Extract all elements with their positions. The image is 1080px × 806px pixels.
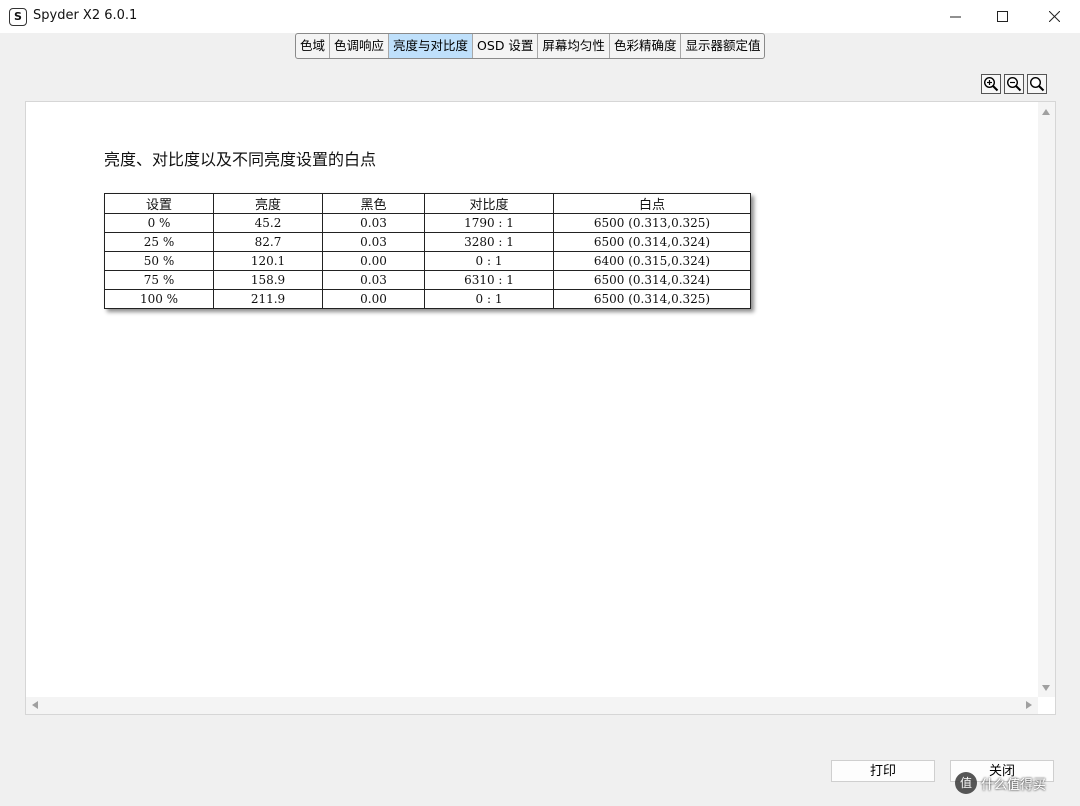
tab-color-accuracy[interactable]: 色彩精确度 [610, 34, 682, 58]
brightness-contrast-table: 设置 亮度 黑色 对比度 白点 0 % 45.2 0.03 1790 : 1 6… [104, 193, 751, 309]
table-row: 75 % 158.9 0.03 6310 : 1 6500 (0.314,0.3… [104, 270, 751, 290]
watermark-logo-icon: 值 [955, 772, 977, 794]
column-header-contrast: 对比度 [424, 193, 554, 214]
tab-osd-settings[interactable]: OSD 设置 [473, 34, 539, 58]
cell-white-point: 6500 (0.313,0.325) [553, 213, 751, 233]
cell-black: 0.03 [322, 213, 425, 233]
window-title: Spyder X2 6.0.1 [33, 8, 138, 23]
cell-brightness: 45.2 [213, 213, 323, 233]
cell-contrast: 6310 : 1 [424, 270, 554, 290]
cell-contrast: 0 : 1 [424, 289, 554, 309]
title-bar: S Spyder X2 6.0.1 [0, 0, 1080, 33]
close-icon [1048, 11, 1060, 22]
cell-black: 0.03 [322, 232, 425, 252]
report-tabs: 色域 色调响应 亮度与对比度 OSD 设置 屏幕均匀性 色彩精确度 显示器额定值 [295, 33, 766, 59]
table-header-row: 设置 亮度 黑色 对比度 白点 [104, 193, 751, 214]
cell-contrast: 1790 : 1 [424, 213, 554, 233]
watermark: 值 什么值得买 [955, 768, 1075, 798]
scroll-down-arrow-icon[interactable] [1042, 685, 1050, 691]
table-row: 0 % 45.2 0.03 1790 : 1 6500 (0.313,0.325… [104, 213, 751, 233]
app-logo-icon: S [9, 8, 27, 26]
cell-white-point: 6500 (0.314,0.324) [553, 270, 751, 290]
cell-white-point: 6500 (0.314,0.324) [553, 232, 751, 252]
print-button[interactable]: 打印 [831, 760, 935, 782]
cell-white-point: 6400 (0.315,0.324) [553, 251, 751, 271]
cell-black: 0.00 [322, 251, 425, 271]
zoom-toolbar [981, 74, 1047, 94]
tab-tone-response[interactable]: 色调响应 [330, 34, 390, 58]
minimize-icon [949, 16, 961, 18]
tab-display-rating[interactable]: 显示器额定值 [681, 34, 764, 58]
table-row: 25 % 82.7 0.03 3280 : 1 6500 (0.314,0.32… [104, 232, 751, 252]
cell-brightness: 211.9 [213, 289, 323, 309]
cell-setting: 25 % [104, 232, 214, 252]
scroll-left-arrow-icon[interactable] [32, 701, 38, 709]
zoom-in-button[interactable] [981, 74, 1001, 94]
table-row: 100 % 211.9 0.00 0 : 1 6500 (0.314,0.325… [104, 289, 751, 309]
column-header-black: 黑色 [322, 193, 425, 214]
watermark-text: 什么值得买 [981, 777, 1047, 793]
zoom-fit-icon [1029, 76, 1045, 92]
report-title: 亮度、对比度以及不同亮度设置的白点 [104, 150, 377, 169]
tab-screen-uniformity[interactable]: 屏幕均匀性 [538, 34, 610, 58]
scroll-right-arrow-icon[interactable] [1026, 701, 1032, 709]
cell-black: 0.03 [322, 270, 425, 290]
cell-setting: 50 % [104, 251, 214, 271]
horizontal-scrollbar[interactable] [26, 697, 1038, 714]
maximize-button[interactable] [979, 0, 1025, 33]
cell-contrast: 0 : 1 [424, 251, 554, 271]
maximize-icon [996, 11, 1008, 22]
cell-setting: 0 % [104, 213, 214, 233]
tab-brightness-contrast[interactable]: 亮度与对比度 [389, 34, 474, 58]
scroll-up-arrow-icon[interactable] [1042, 109, 1050, 115]
table-row: 50 % 120.1 0.00 0 : 1 6400 (0.315,0.324) [104, 251, 751, 271]
column-header-brightness: 亮度 [213, 193, 323, 214]
tab-gamut[interactable]: 色域 [296, 34, 331, 58]
vertical-scrollbar[interactable] [1038, 102, 1055, 698]
cell-contrast: 3280 : 1 [424, 232, 554, 252]
scrollbar-corner [1038, 697, 1055, 714]
cell-brightness: 120.1 [213, 251, 323, 271]
close-window-button[interactable] [1031, 0, 1077, 33]
report-viewer: 亮度、对比度以及不同亮度设置的白点 设置 亮度 黑色 对比度 白点 0 % 45… [25, 101, 1056, 715]
cell-white-point: 6500 (0.314,0.325) [553, 289, 751, 309]
cell-brightness: 158.9 [213, 270, 323, 290]
cell-brightness: 82.7 [213, 232, 323, 252]
cell-setting: 75 % [104, 270, 214, 290]
column-header-setting: 设置 [104, 193, 214, 214]
zoom-out-icon [1006, 76, 1022, 92]
cell-black: 0.00 [322, 289, 425, 309]
minimize-button[interactable] [932, 0, 978, 33]
column-header-white-point: 白点 [553, 193, 751, 214]
zoom-fit-button[interactable] [1027, 74, 1047, 94]
cell-setting: 100 % [104, 289, 214, 309]
zoom-in-icon [983, 76, 999, 92]
zoom-out-button[interactable] [1004, 74, 1024, 94]
